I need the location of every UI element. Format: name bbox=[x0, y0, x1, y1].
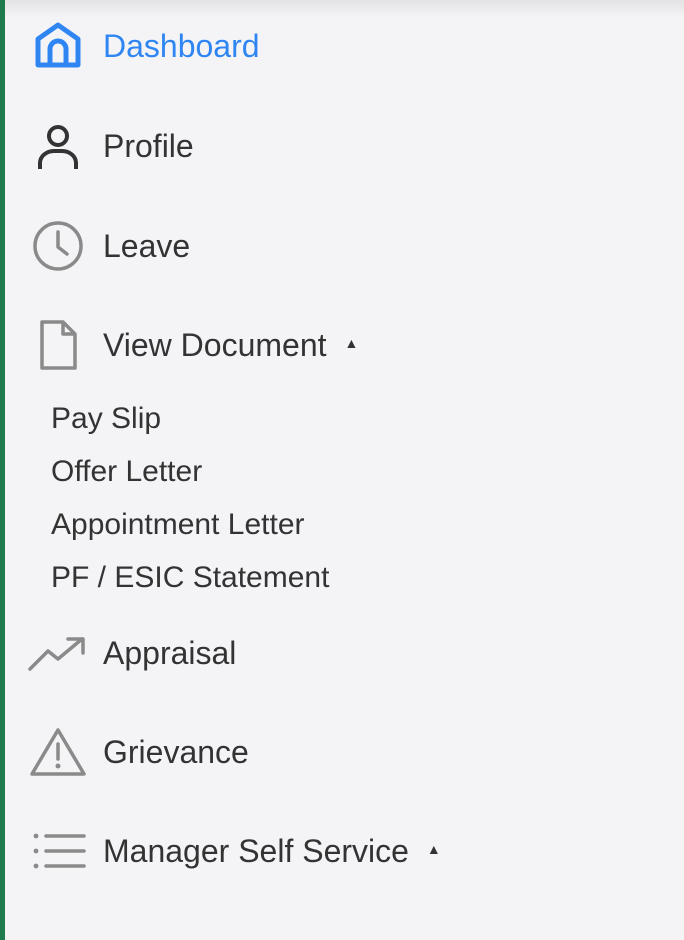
caret-up-icon: ▲ bbox=[426, 841, 441, 857]
submenu-item-pf-esic-statement[interactable]: PF / ESIC Statement bbox=[51, 555, 329, 601]
sidebar-item-profile[interactable]: Profile bbox=[27, 114, 194, 178]
list-icon bbox=[27, 820, 89, 882]
home-icon bbox=[27, 15, 89, 77]
sidebar-item-view-document[interactable]: View Document ▲ bbox=[27, 313, 358, 377]
submenu-item-appointment-letter[interactable]: Appointment Letter bbox=[51, 502, 305, 548]
sidebar-item-label: Leave bbox=[103, 228, 191, 264]
document-icon bbox=[27, 314, 89, 376]
user-icon bbox=[27, 115, 89, 177]
sidebar-item-label: Appraisal bbox=[103, 635, 237, 671]
sidebar-item-label: Dashboard bbox=[103, 28, 260, 64]
trend-up-icon bbox=[27, 622, 89, 684]
sidebar-item-manager-self-service[interactable]: Manager Self Service ▲ bbox=[27, 819, 441, 883]
sidebar-item-label: Grievance bbox=[103, 734, 249, 770]
sidebar-item-label: Manager Self Service bbox=[103, 833, 409, 869]
sidebar-item-grievance[interactable]: Grievance bbox=[27, 720, 249, 784]
clock-icon bbox=[27, 215, 89, 277]
sidebar-item-dashboard[interactable]: Dashboard bbox=[27, 14, 260, 78]
warning-icon bbox=[27, 721, 89, 783]
caret-up-icon: ▲ bbox=[344, 335, 359, 351]
sidebar-item-label: Profile bbox=[103, 128, 194, 164]
submenu-item-pay-slip[interactable]: Pay Slip bbox=[51, 396, 161, 442]
sidebar-nav: Dashboard Profile Leave View Document ▲ … bbox=[0, 0, 684, 940]
sidebar-item-leave[interactable]: Leave bbox=[27, 214, 190, 278]
sidebar-item-label: View Document bbox=[103, 327, 327, 363]
submenu-item-offer-letter[interactable]: Offer Letter bbox=[51, 449, 202, 495]
sidebar-item-appraisal[interactable]: Appraisal bbox=[27, 621, 236, 685]
